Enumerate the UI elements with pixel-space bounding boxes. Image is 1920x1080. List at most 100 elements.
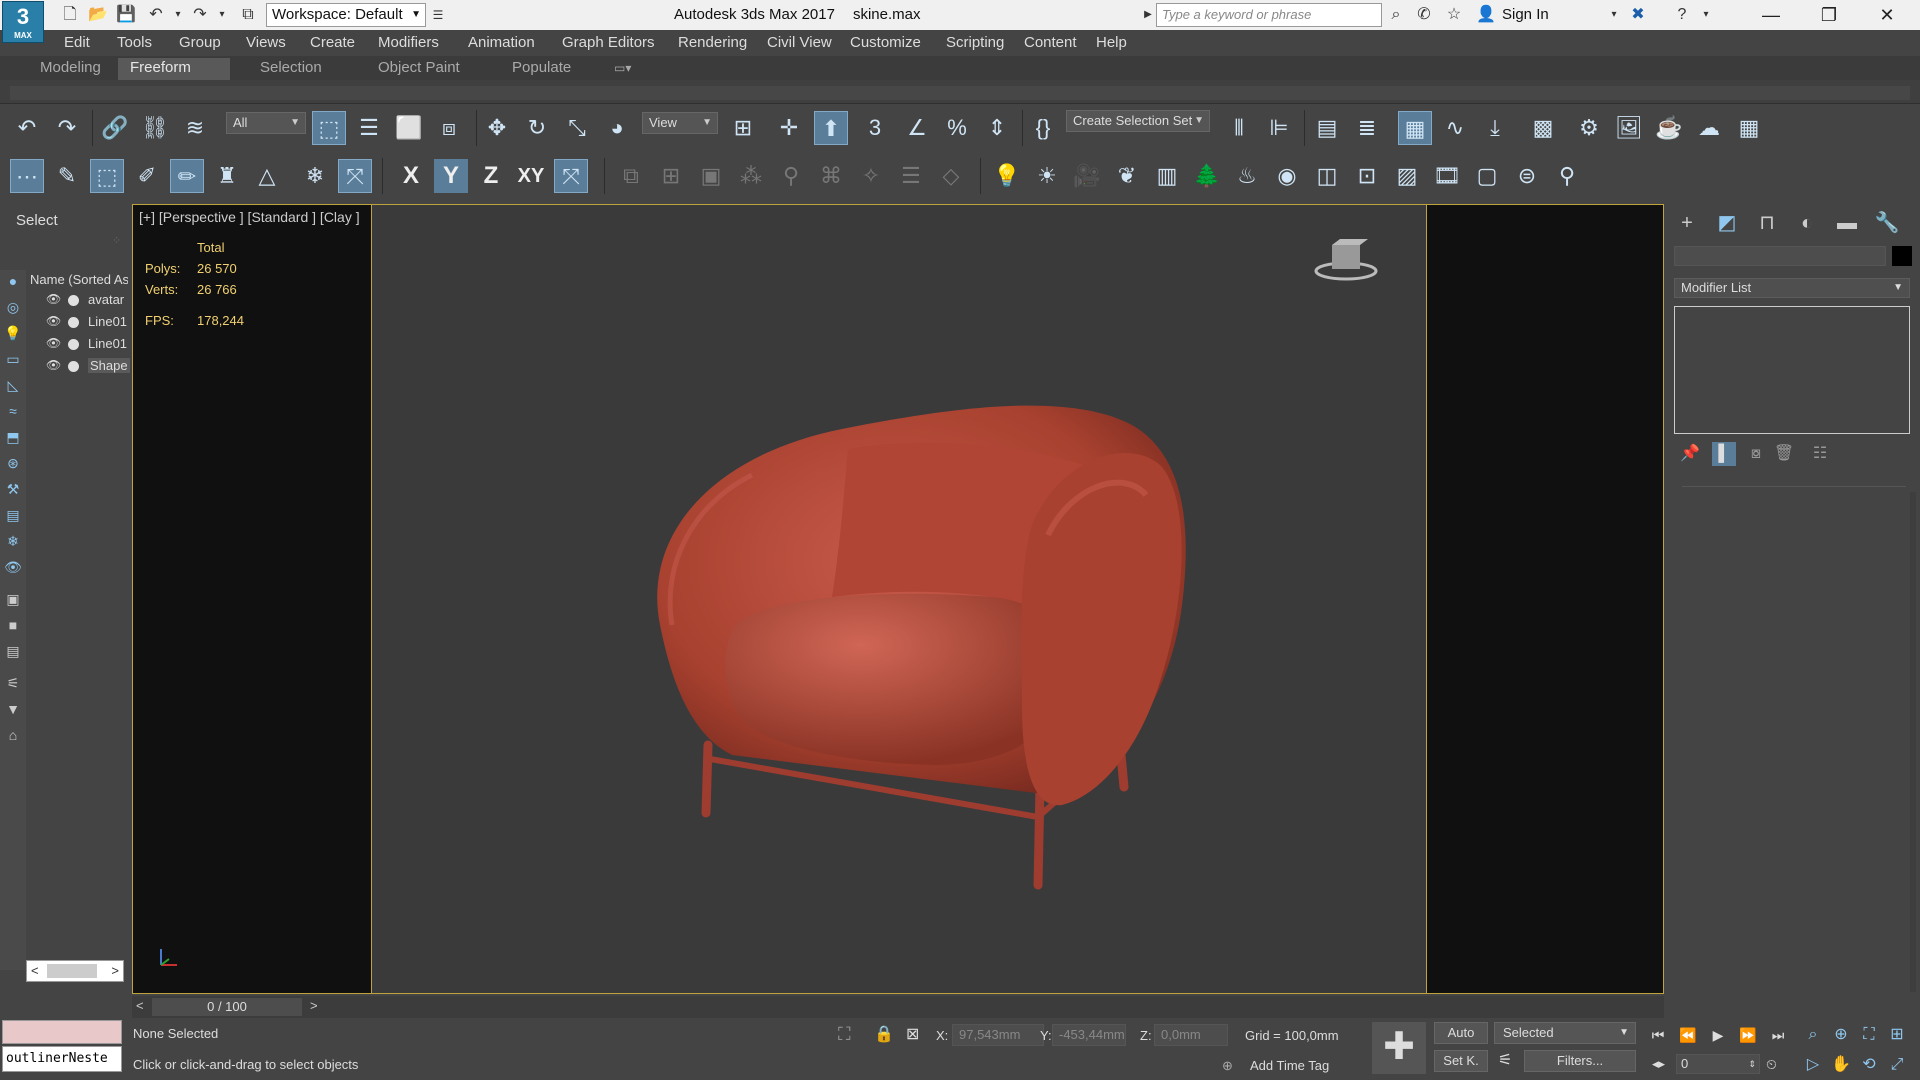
set-key-big-button[interactable]: ✚ xyxy=(1372,1022,1426,1074)
maxscript-listener-input[interactable]: outlinerNeste xyxy=(2,1046,122,1072)
x-coord-input[interactable]: 97,543mm xyxy=(952,1024,1044,1046)
mirror-icon[interactable]: ⫴ xyxy=(1222,111,1256,145)
list-header-name[interactable]: Name (Sorted As xyxy=(30,272,128,287)
select-invert-icon[interactable]: ▤ xyxy=(4,642,22,660)
perspective-viewport[interactable]: [+] [Perspective ] [Standard ] [Clay ] T… xyxy=(132,204,1664,994)
horizontal-scrollbar[interactable]: < > xyxy=(26,960,124,982)
scale-icon[interactable]: ⤡ xyxy=(560,111,594,145)
key-mode-icon[interactable]: ⚟ xyxy=(1498,1050,1512,1070)
render-in-cloud-icon[interactable]: ☁ xyxy=(1692,111,1726,145)
snapshot-icon[interactable]: ▣ xyxy=(694,159,728,193)
auto-key-button[interactable]: Auto xyxy=(1434,1022,1488,1044)
modifier-stack[interactable] xyxy=(1674,306,1910,434)
place-icon[interactable]: ◕ xyxy=(600,111,634,145)
selection-filter-dropdown[interactable]: All ▼ xyxy=(226,112,306,134)
configure-modifier-sets-icon[interactable]: ☷ xyxy=(1808,442,1832,466)
zoom-all-icon[interactable]: ⊕ xyxy=(1828,1024,1854,1046)
sign-in-dropdown-icon[interactable]: ▾ xyxy=(1604,5,1624,25)
select-and-link-icon[interactable]: 🔗 xyxy=(98,111,132,145)
show-end-result-icon[interactable]: ▌ xyxy=(1712,442,1736,466)
ribbon-options-icon[interactable]: ▭▾ xyxy=(602,58,643,80)
select-manipulate-icon[interactable]: ✛ xyxy=(772,111,806,145)
tab-selection[interactable]: Selection xyxy=(248,58,334,80)
array-icon[interactable]: ⊞ xyxy=(654,159,688,193)
tab-modeling[interactable]: Modeling xyxy=(28,58,113,80)
object-color-swatch[interactable] xyxy=(1892,246,1912,266)
menu-rendering[interactable]: Rendering xyxy=(678,34,747,51)
previous-frame-icon[interactable]: ⏪ xyxy=(1676,1024,1700,1046)
chevron-right-icon[interactable]: ▶ xyxy=(1138,5,1158,25)
tab-populate[interactable]: Populate xyxy=(500,58,583,80)
time-configuration-icon[interactable]: ⏲ xyxy=(1766,1056,1777,1073)
menu-scripting[interactable]: Scripting xyxy=(946,34,1004,51)
scroll-right-icon[interactable]: > xyxy=(111,963,119,978)
time-tag-icon[interactable]: ⊕ xyxy=(1222,1058,1233,1074)
frame-buffer-icon[interactable]: ⊡ xyxy=(1350,159,1384,193)
camera-icon[interactable]: 🎥 xyxy=(1070,159,1104,193)
move-icon[interactable]: ✥ xyxy=(480,111,514,145)
lasso-icon[interactable]: ✧ xyxy=(854,159,888,193)
visibility-eye-icon[interactable]: 👁 xyxy=(46,314,61,328)
render-icon[interactable]: ▨ xyxy=(1390,159,1424,193)
undo-dropdown-icon[interactable]: ▾ xyxy=(168,5,188,25)
window-crossing-icon[interactable]: ⧈ xyxy=(432,111,466,145)
bounding-box-icon[interactable]: ⬚ xyxy=(90,159,124,193)
sign-in-button[interactable]: Sign In xyxy=(1502,6,1549,23)
y-coord-input[interactable]: -453,44mm xyxy=(1052,1024,1126,1046)
app-logo[interactable]: 3 MAX xyxy=(2,1,44,43)
display-cameras-icon[interactable]: ▭ xyxy=(4,350,22,368)
time-slider[interactable]: 0 / 100 xyxy=(152,998,302,1016)
tree-icon[interactable]: 🌲 xyxy=(1190,159,1224,193)
modifier-list-dropdown[interactable]: Modifier List ▼ xyxy=(1674,278,1910,298)
display-bones-icon[interactable]: ⚒ xyxy=(4,480,22,498)
layer-stack-icon[interactable]: ☰ xyxy=(894,159,928,193)
timeline-next-button[interactable]: > xyxy=(310,998,318,1013)
viewport-label-menu[interactable]: [+] [Perspective ] [Standard ] [Clay ] xyxy=(139,209,360,225)
rectangular-selection-icon[interactable]: ⬜ xyxy=(392,111,426,145)
open-file-icon[interactable]: 📂 xyxy=(88,5,108,25)
set-key-button[interactable]: Set K. xyxy=(1434,1050,1488,1072)
panel-grip-icon[interactable]: ⁘ xyxy=(112,234,121,247)
list-item[interactable]: 👁 Shape xyxy=(28,356,130,376)
menu-civil-view[interactable]: Civil View xyxy=(767,34,832,51)
xy-constraint-icon[interactable]: ⤧ xyxy=(338,159,372,193)
help-dropdown-icon[interactable]: ▾ xyxy=(1696,5,1716,25)
display-xrefs-icon[interactable]: ⊛ xyxy=(4,454,22,472)
angle-snap-icon[interactable]: ∠ xyxy=(900,111,934,145)
undo-icon[interactable]: ↶ xyxy=(10,111,44,145)
scroll-thumb[interactable] xyxy=(47,964,97,978)
sunlight-icon[interactable]: ☀ xyxy=(1030,159,1064,193)
search-input[interactable]: Type a keyword or phrase xyxy=(1156,3,1382,27)
zoom-icon[interactable]: ⌕ xyxy=(1800,1024,1826,1046)
orbit-icon[interactable]: ⟲ xyxy=(1856,1054,1882,1076)
pin-stack-icon[interactable]: 📌 xyxy=(1678,442,1702,466)
axis-z-button[interactable]: Z xyxy=(474,159,508,193)
axis-xy-button[interactable]: XY xyxy=(514,159,548,193)
spinner-snap-icon[interactable]: ⇕ xyxy=(980,111,1014,145)
list-item[interactable]: 👁 Line01 xyxy=(28,312,128,332)
keyboard-shortcut-override-icon[interactable]: ⬆ xyxy=(814,111,848,145)
render-production-icon[interactable]: ☕ xyxy=(1652,111,1686,145)
menu-customize[interactable]: Customize xyxy=(850,34,921,51)
favorites-star-icon[interactable]: ☆ xyxy=(1444,5,1464,25)
light-bulb-icon[interactable]: 💡 xyxy=(990,159,1024,193)
user-icon[interactable]: 👤 xyxy=(1476,5,1496,25)
redo-icon[interactable]: ↷ xyxy=(50,111,84,145)
rendered-frame-window-icon[interactable]: 🖼 xyxy=(1612,111,1646,145)
add-time-tag-button[interactable]: Add Time Tag xyxy=(1250,1058,1329,1073)
play-icon[interactable]: ▶ xyxy=(1706,1024,1730,1046)
proxy-icon[interactable]: ◫ xyxy=(1310,159,1344,193)
foliage-icon[interactable]: ❦ xyxy=(1110,159,1144,193)
angle-tool-icon[interactable]: △ xyxy=(250,159,284,193)
key-filters-button[interactable]: Filters... xyxy=(1524,1050,1636,1072)
named-selection-set-dropdown[interactable]: Create Selection Set ▼ xyxy=(1066,110,1210,132)
bind-space-warp-icon[interactable]: ≋ xyxy=(178,111,212,145)
new-file-icon[interactable]: 🗋 xyxy=(60,5,80,25)
zoom-extents-icon[interactable]: ⛶ xyxy=(1856,1024,1882,1046)
display-space-warps-icon[interactable]: ≈ xyxy=(4,402,22,420)
redo-dropdown-icon[interactable]: ▾ xyxy=(212,5,232,25)
utilities-tab-icon[interactable]: 🔧 xyxy=(1872,208,1902,238)
hierarchy-tab-icon[interactable]: ⊓ xyxy=(1752,208,1782,238)
modify-tab-icon[interactable]: ◩ xyxy=(1712,208,1742,238)
freeze-icon[interactable]: ❄ xyxy=(298,159,332,193)
